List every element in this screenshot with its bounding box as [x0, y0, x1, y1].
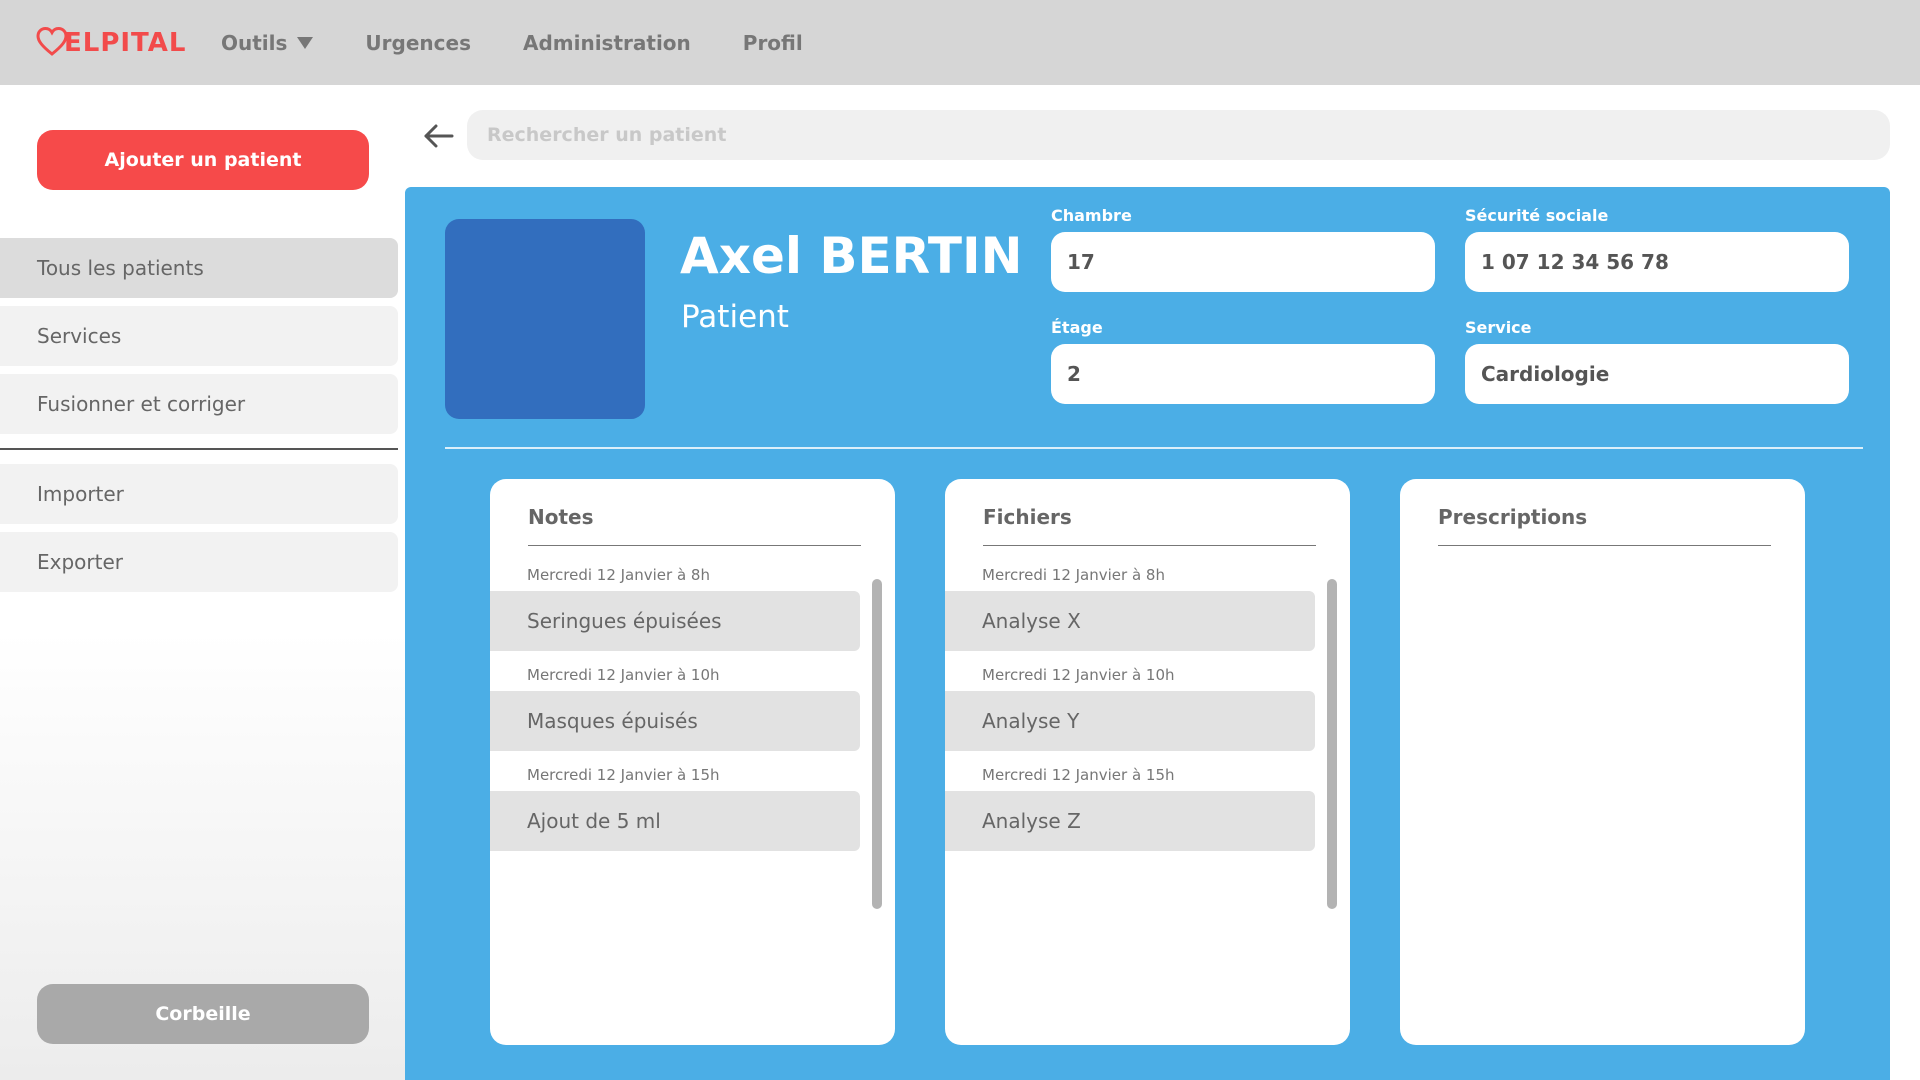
back-arrow-icon[interactable]	[422, 122, 456, 150]
avatar	[445, 219, 645, 419]
caret-down-icon	[297, 36, 314, 49]
card-title: Fichiers	[983, 505, 1072, 529]
files-card: Fichiers Mercredi 12 Janvier à 8h Analys…	[945, 479, 1350, 1045]
nav-item-label: Administration	[522, 30, 691, 55]
sidebar-item-import[interactable]: Importer	[0, 464, 398, 524]
main-nav: Outils Urgences Administration Profil	[221, 0, 855, 85]
list-item-label: Analyse X	[982, 609, 1081, 633]
entry-date: Mercredi 12 Janvier à 15h	[527, 766, 720, 784]
list-item[interactable]: Analyse X	[945, 591, 1315, 651]
list-item-label: Analyse Z	[982, 809, 1081, 833]
nav-item-administration[interactable]: Administration	[523, 31, 691, 55]
sidebar-item-merge-fix[interactable]: Fusionner et corriger	[0, 374, 398, 434]
sidebar-item-label: Tous les patients	[37, 256, 204, 280]
list-item[interactable]: Masques épuisés	[490, 691, 860, 751]
securite-sociale-label: Sécurité sociale	[1465, 206, 1609, 225]
card-title: Notes	[528, 505, 594, 529]
list-item[interactable]: Analyse Y	[945, 691, 1315, 751]
notes-card: Notes Mercredi 12 Janvier à 8h Seringues…	[490, 479, 895, 1045]
top-navbar: ELPITAL Outils Urgences Administration P…	[0, 0, 1920, 85]
patient-name: Axel BERTIN	[680, 227, 1023, 285]
etage-label: Étage	[1051, 318, 1103, 337]
list-item-label: Masques épuisés	[527, 709, 698, 733]
entry-date: Mercredi 12 Janvier à 8h	[527, 566, 710, 584]
prescriptions-card: Prescriptions	[1400, 479, 1805, 1045]
entry-date: Mercredi 12 Janvier à 10h	[527, 666, 720, 684]
card-divider	[1438, 545, 1771, 546]
panel-divider	[445, 447, 1863, 449]
sidebar-item-export[interactable]: Exporter	[0, 532, 398, 592]
chambre-field[interactable]	[1051, 232, 1435, 292]
search-input[interactable]	[467, 110, 1890, 160]
add-patient-button[interactable]: Ajouter un patient	[37, 130, 369, 190]
card-divider	[983, 545, 1316, 546]
sidebar-item-all-patients[interactable]: Tous les patients	[0, 238, 398, 298]
entry-date: Mercredi 12 Janvier à 8h	[982, 566, 1165, 584]
sidebar-item-services[interactable]: Services	[0, 306, 398, 366]
chambre-label: Chambre	[1051, 206, 1132, 225]
list-item[interactable]: Seringues épuisées	[490, 591, 860, 651]
nav-item-label: Profil	[742, 30, 803, 55]
card-divider	[528, 545, 861, 546]
sidebar: Ajouter un patient Tous les patients Ser…	[0, 85, 405, 1080]
nav-item-label: Outils	[221, 30, 288, 55]
nav-item-urgences[interactable]: Urgences	[365, 31, 471, 55]
sidebar-item-label: Exporter	[37, 550, 123, 574]
app-logo[interactable]: ELPITAL	[36, 26, 186, 58]
list-item-label: Seringues épuisées	[527, 609, 722, 633]
entry-date: Mercredi 12 Janvier à 15h	[982, 766, 1175, 784]
entry-date: Mercredi 12 Janvier à 10h	[982, 666, 1175, 684]
sidebar-item-label: Services	[37, 324, 122, 348]
etage-field[interactable]	[1051, 344, 1435, 404]
list-item[interactable]: Ajout de 5 ml	[490, 791, 860, 851]
patient-role: Patient	[681, 299, 789, 335]
sidebar-divider	[0, 448, 398, 450]
files-scrollbar[interactable]	[1327, 579, 1337, 909]
nav-item-label: Urgences	[365, 30, 471, 55]
notes-scrollbar[interactable]	[872, 579, 882, 909]
logo-text: ELPITAL	[64, 28, 187, 58]
list-item-label: Ajout de 5 ml	[527, 809, 661, 833]
service-field[interactable]	[1465, 344, 1849, 404]
service-label: Service	[1465, 318, 1532, 337]
list-item[interactable]: Analyse Z	[945, 791, 1315, 851]
sidebar-item-label: Importer	[37, 482, 124, 506]
patient-panel: Axel BERTIN Patient Chambre Sécurité soc…	[405, 187, 1890, 1080]
nav-item-profil[interactable]: Profil	[743, 31, 803, 55]
list-item-label: Analyse Y	[982, 709, 1080, 733]
securite-sociale-field[interactable]	[1465, 232, 1849, 292]
sidebar-item-label: Fusionner et corriger	[37, 392, 246, 416]
trash-button[interactable]: Corbeille	[37, 984, 369, 1044]
card-title: Prescriptions	[1438, 505, 1588, 529]
nav-item-outils[interactable]: Outils	[221, 30, 314, 55]
